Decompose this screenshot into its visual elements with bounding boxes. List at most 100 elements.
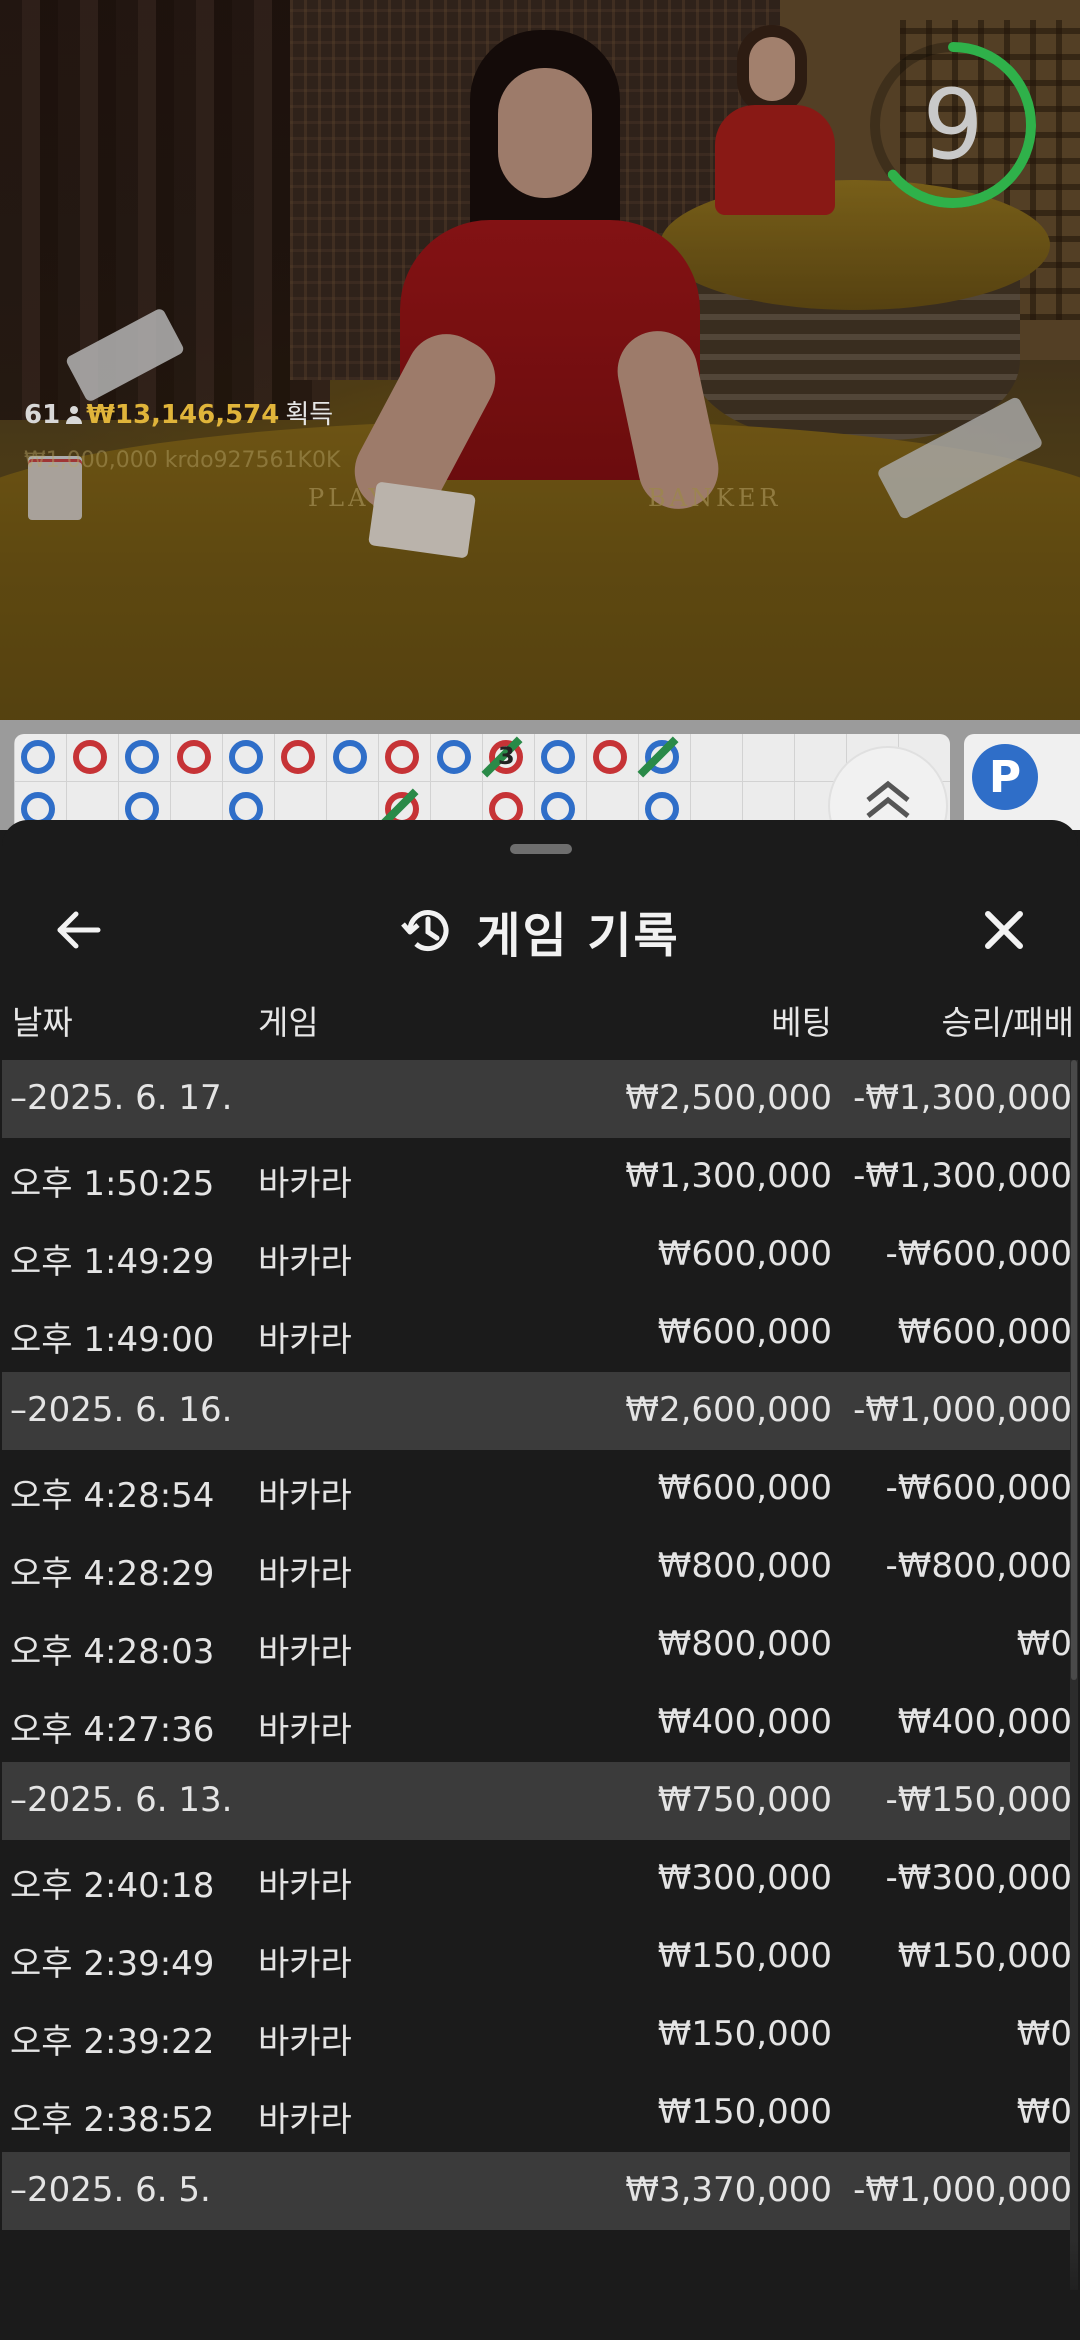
banker-bead	[385, 740, 419, 774]
table-header: 날짜 게임 베팅 승리/패배	[2, 988, 1078, 1044]
round-time: 오후 1:49:00	[10, 1320, 215, 1360]
win-loss-amount: -₩600,000	[885, 1468, 1073, 1508]
bet-amount: ₩300,000	[657, 1858, 832, 1898]
bet-amount: ₩600,000	[657, 1312, 832, 1352]
history-row[interactable]: 오후 1:49:00 바카라 ₩600,000 ₩600,000	[2, 1294, 1072, 1372]
group-bet-total: ₩750,000	[657, 1780, 832, 1820]
round-time: 오후 1:50:25	[10, 1164, 215, 1204]
round-time: 오후 1:49:29	[10, 1242, 215, 1282]
timer-seconds: 9	[922, 69, 984, 181]
bet-amount: ₩150,000	[657, 1936, 832, 1976]
banker-bead	[593, 740, 627, 774]
player-bead	[21, 740, 55, 774]
history-row[interactable]: 오후 1:50:25 바카라 ₩1,300,000 -₩1,300,000	[2, 1138, 1072, 1216]
win-loss-amount: -₩800,000	[885, 1546, 1073, 1586]
group-date: –2025. 6. 17.	[10, 1078, 233, 1118]
round-time: 오후 2:40:18	[10, 1866, 215, 1906]
group-bet-total: ₩2,500,000	[625, 1078, 832, 1118]
bet-amount: ₩600,000	[657, 1468, 832, 1508]
date-group-row[interactable]: –2025. 6. 13. ₩750,000 -₩150,000	[2, 1762, 1072, 1840]
live-video: PLAYER BANKER 61 ₩13,146,574 획득 ₩1,000,000…	[0, 0, 1080, 720]
round-time: 오후 4:28:54	[10, 1476, 215, 1516]
game-name: 바카라	[258, 1710, 352, 1750]
group-bet-total: ₩3,370,000	[625, 2170, 832, 2210]
win-loss-amount: ₩0	[1016, 1624, 1072, 1664]
history-row[interactable]: 오후 1:49:29 바카라 ₩600,000 -₩600,000	[2, 1216, 1072, 1294]
countdown-timer: 9	[866, 38, 1040, 212]
history-row[interactable]: 오후 2:38:52 바카라 ₩150,000 ₩0	[2, 2074, 1072, 2152]
game-name: 바카라	[258, 1242, 352, 1282]
banker-bead	[177, 740, 211, 774]
group-result-total: -₩1,000,000	[853, 1390, 1072, 1430]
game-name: 바카라	[258, 1632, 352, 1672]
page-title: 게임 기록	[476, 908, 680, 964]
game-name: 바카라	[258, 1866, 352, 1906]
bet-amount: ₩600,000	[657, 1234, 832, 1274]
group-result-total: -₩1,300,000	[853, 1078, 1072, 1118]
win-loss-amount: ₩400,000	[897, 1702, 1072, 1742]
round-time: 오후 4:28:03	[10, 1632, 215, 1672]
winners-suffix: 획득	[285, 400, 334, 430]
win-loss-amount: -₩300,000	[885, 1858, 1073, 1898]
history-row[interactable]: 오후 4:28:29 바카라 ₩800,000 -₩800,000	[2, 1528, 1072, 1606]
game-name: 바카라	[258, 1164, 352, 1204]
group-date: –2025. 6. 16.	[10, 1390, 233, 1430]
bet-amount: ₩1,300,000	[625, 1156, 832, 1196]
bet-amount: ₩800,000	[657, 1546, 832, 1586]
history-row[interactable]: 오후 2:39:49 바카라 ₩150,000 ₩150,000	[2, 1918, 1072, 1996]
history-row[interactable]: 오후 4:27:36 바카라 ₩400,000 ₩400,000	[2, 1684, 1072, 1762]
history-row[interactable]: 오후 2:40:18 바카라 ₩300,000 -₩300,000	[2, 1840, 1072, 1918]
winners-banner: 61 ₩13,146,574 획득	[24, 394, 333, 431]
bet-amount: ₩150,000	[657, 2014, 832, 2054]
game-name: 바카라	[258, 1476, 352, 1516]
history-row[interactable]: 오후 4:28:03 바카라 ₩800,000 ₩0	[2, 1606, 1072, 1684]
close-button[interactable]	[974, 900, 1034, 960]
header-bet: 베팅	[771, 1003, 832, 1042]
player-bead	[437, 740, 471, 774]
round-time: 오후 2:39:22	[10, 2022, 215, 2062]
header-game: 게임	[258, 1003, 319, 1042]
history-row[interactable]: 오후 2:39:22 바카라 ₩150,000 ₩0	[2, 1996, 1072, 2074]
win-loss-amount: ₩600,000	[897, 1312, 1072, 1352]
big-road-preview[interactable]: P	[964, 734, 1080, 830]
date-group-row[interactable]: –2025. 6. 5. ₩3,370,000 -₩1,000,000	[2, 2152, 1072, 2230]
drag-handle[interactable]	[510, 844, 572, 854]
game-name: 바카라	[258, 1554, 352, 1594]
group-date: –2025. 6. 13.	[10, 1780, 233, 1820]
bet-amount: ₩150,000	[657, 2092, 832, 2132]
win-loss-amount: ₩0	[1016, 2092, 1072, 2132]
win-loss-amount: ₩0	[1016, 2014, 1072, 2054]
round-time: 오후 4:27:36	[10, 1710, 215, 1750]
bet-amount: ₩800,000	[657, 1624, 832, 1664]
game-name: 바카라	[258, 2022, 352, 2062]
player-bead	[333, 740, 367, 774]
sheet-header: 게임 기록	[2, 896, 1078, 966]
round-time: 오후 2:38:52	[10, 2100, 215, 2140]
game-name: 바카라	[258, 1320, 352, 1360]
group-result-total: -₩150,000	[885, 1780, 1073, 1820]
header-result: 승리/패배	[941, 1003, 1074, 1042]
player-bead	[541, 740, 575, 774]
win-loss-amount: -₩600,000	[885, 1234, 1073, 1274]
round-time: 오후 4:28:29	[10, 1554, 215, 1594]
person-icon	[66, 406, 83, 424]
group-bet-total: ₩2,600,000	[625, 1390, 832, 1430]
bet-amount: ₩400,000	[657, 1702, 832, 1742]
game-history-sheet: 게임 기록 날짜 게임 베팅 승리/패배 –2025. 6. 17. ₩2,500…	[2, 820, 1078, 2340]
list-fade	[2, 2240, 1078, 2340]
group-result-total: -₩1,000,000	[853, 2170, 1072, 2210]
history-list[interactable]: –2025. 6. 17. ₩2,500,000 -₩1,300,000 오후 1:5…	[2, 1060, 1072, 2230]
tie-count: 3	[498, 742, 515, 770]
header-date: 날짜	[12, 1003, 73, 1042]
player-bead	[229, 740, 263, 774]
scrollbar-thumb[interactable]	[1071, 1060, 1077, 1680]
bead-road[interactable]: 3	[14, 734, 950, 830]
win-loss-amount: -₩1,300,000	[853, 1156, 1072, 1196]
winners-count: 61	[24, 400, 61, 430]
history-row[interactable]: 오후 4:28:54 바카라 ₩600,000 -₩600,000	[2, 1450, 1072, 1528]
banker-bead	[281, 740, 315, 774]
close-icon	[985, 911, 1023, 949]
date-group-row[interactable]: –2025. 6. 17. ₩2,500,000 -₩1,300,000	[2, 1060, 1072, 1138]
date-group-row[interactable]: –2025. 6. 16. ₩2,600,000 -₩1,000,000	[2, 1372, 1072, 1450]
history-icon	[401, 910, 449, 952]
